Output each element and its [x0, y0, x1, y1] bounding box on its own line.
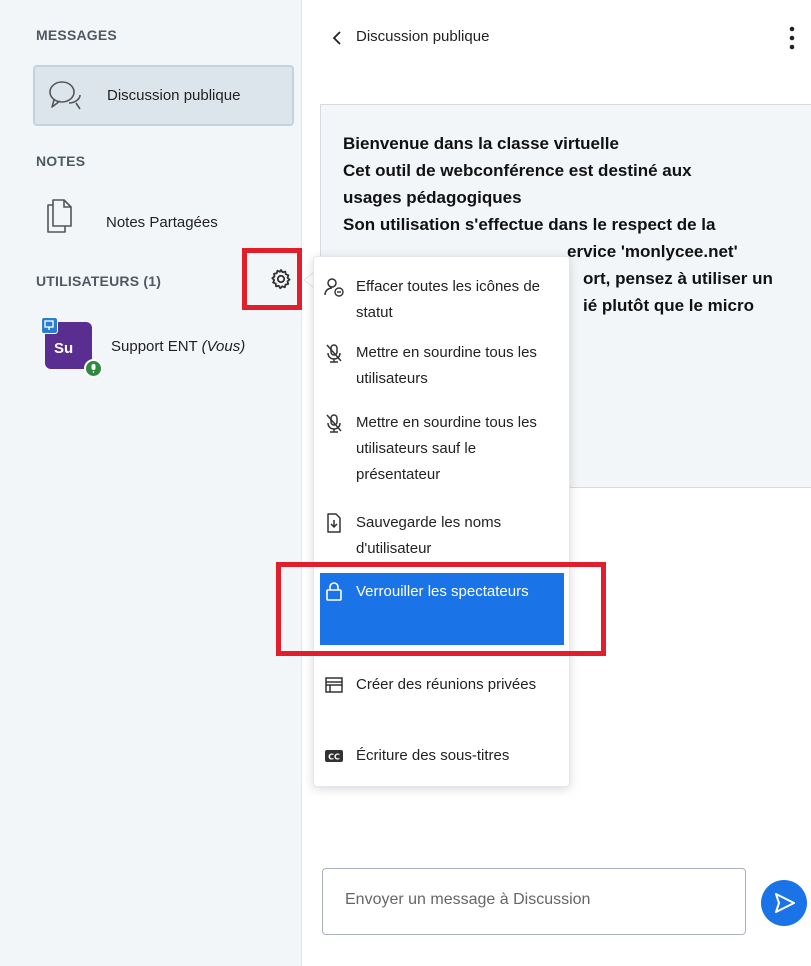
presenter-icon	[41, 317, 58, 334]
welcome-line: Bienvenue dans la classe virtuelle	[343, 134, 619, 153]
welcome-line: usages pédagogiques	[343, 188, 522, 207]
menu-item-label: Mettre en sourdine tous les utilisateurs	[356, 344, 537, 387]
menu-item-label: Créer des réunions privées	[356, 676, 537, 693]
gear-highlight-box	[242, 248, 302, 310]
microphone-icon	[84, 359, 103, 378]
welcome-line: Son utilisation s'effectue dans le respe…	[343, 215, 716, 234]
public-chat-label: Discussion publique	[107, 87, 241, 104]
send-icon	[775, 893, 795, 913]
notes-section-title: NOTES	[36, 153, 86, 169]
messages-section-title: MESSAGES	[36, 27, 117, 43]
mute-all-except-presenter-menu-item[interactable]: Mettre en sourdine tous les utilisateurs…	[320, 409, 564, 493]
users-section-title: UTILISATEURS (1)	[36, 273, 162, 289]
more-options-icon[interactable]	[788, 24, 796, 52]
breakout-rooms-menu-item[interactable]: Créer des réunions privées	[320, 671, 564, 727]
notes-icon	[47, 199, 72, 233]
user-list-item[interactable]: Su Support ENT (Vous)	[33, 310, 295, 378]
user-name: Support ENT (Vous)	[111, 338, 245, 355]
you-label: (Vous)	[201, 338, 246, 355]
shared-notes-item[interactable]: Notes Partagées	[33, 190, 294, 250]
user-options-menu: Effacer toutes les icônes de statut Mett…	[313, 256, 570, 787]
menu-item-label: Mettre en sourdine tous les utilisateurs…	[356, 414, 537, 483]
svg-text:CC: CC	[328, 753, 340, 762]
clear-status-icon	[324, 278, 344, 297]
avatar-initials: Su	[54, 340, 74, 357]
chat-bubbles-icon	[49, 81, 81, 110]
mute-icon	[326, 344, 342, 363]
message-input-box[interactable]	[322, 868, 746, 935]
closed-captions-icon: CC	[325, 750, 343, 762]
user-name-text: Support ENT	[111, 338, 198, 355]
clear-status-menu-item[interactable]: Effacer toutes les icônes de statut	[320, 273, 564, 331]
download-icon	[327, 513, 341, 533]
lock-viewers-highlight-box	[276, 562, 606, 656]
menu-item-label: Écriture des sous-titres	[356, 747, 510, 764]
save-usernames-menu-item[interactable]: Sauvegarde les noms d'utilisateur	[320, 509, 564, 561]
message-input[interactable]	[345, 891, 725, 909]
shared-notes-label: Notes Partagées	[106, 214, 218, 231]
sidebar: MESSAGES Discussion publique NOTES Notes…	[0, 0, 302, 966]
mute-icon	[326, 414, 342, 433]
welcome-line: Cet outil de webconférence est destiné a…	[343, 161, 692, 180]
chevron-left-icon[interactable]	[330, 29, 344, 47]
menu-item-label: Effacer toutes les icônes de statut	[356, 278, 540, 321]
chat-header-title[interactable]: Discussion publique	[356, 28, 489, 45]
captions-menu-item[interactable]: CC Écriture des sous-titres	[320, 742, 564, 772]
public-chat-item[interactable]: Discussion publique	[33, 65, 294, 126]
breakout-icon	[325, 677, 343, 693]
menu-item-label: Sauvegarde les noms d'utilisateur	[356, 514, 502, 557]
mute-all-menu-item[interactable]: Mettre en sourdine tous les utilisateurs	[320, 339, 564, 397]
send-button[interactable]	[761, 880, 807, 926]
